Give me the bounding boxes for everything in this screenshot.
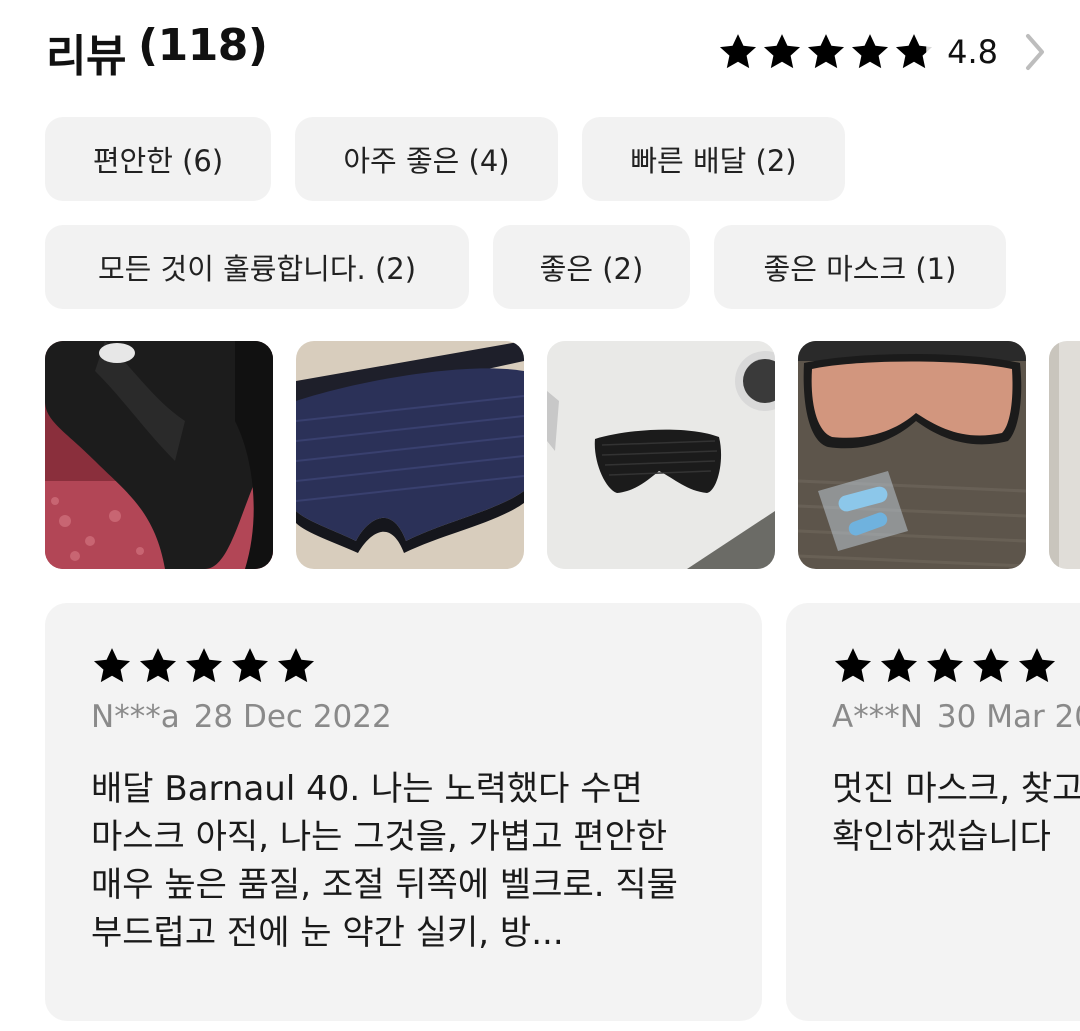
review-photo-2[interactable] [296, 341, 524, 569]
review-photo-5[interactable] [1049, 341, 1080, 569]
tag-fast-delivery[interactable]: 빠른 배달 (2) [582, 117, 845, 201]
reviews-title-label: 리뷰 [46, 31, 126, 82]
reviews-count: (118) [137, 20, 268, 71]
review-photo-partial-icon [1049, 341, 1080, 569]
star-icon [880, 648, 918, 683]
review-stars [832, 645, 1080, 687]
reviews-title: 리뷰 (118) [46, 20, 268, 84]
star-icon [926, 648, 964, 683]
tag-label: 빠른 배달 (2) [630, 144, 797, 178]
reviews-header: 리뷰 (118) 4.8 [46, 20, 1048, 84]
star-icon [93, 648, 131, 683]
star-icon [972, 648, 1010, 683]
review-author: N***a [91, 699, 180, 735]
review-photo-pink-mask-with-earplugs-icon [798, 341, 1026, 569]
review-stars [91, 645, 716, 687]
rating-summary-link[interactable]: 4.8 [717, 31, 1048, 73]
star-icon [720, 34, 757, 69]
tag-very-good[interactable]: 아주 좋은 (4) [295, 117, 558, 201]
tag-row: 모든 것이 훌륭합니다. (2) 좋은 (2) 좋은 마스크 (1) [45, 225, 1045, 309]
star-icon [764, 34, 801, 69]
tag-label: 모든 것이 훌륭합니다. (2) [97, 252, 417, 286]
review-date: 30 Mar 20 [936, 699, 1080, 735]
review-photo-black-mask-closeup-icon [45, 341, 273, 569]
review-photo-3[interactable] [547, 341, 775, 569]
star-icon [1018, 648, 1056, 683]
tag-row: 편안한 (6) 아주 좋은 (4) 빠른 배달 (2) [45, 117, 1045, 201]
review-card[interactable]: N***a 28 Dec 2022 배달 Barnaul 40. 나는 노력했다 … [45, 603, 762, 1021]
star-icon [834, 648, 872, 683]
review-photo-4[interactable] [798, 341, 1026, 569]
review-cards-carousel: N***a 28 Dec 2022 배달 Barnaul 40. 나는 노력했다 … [45, 603, 1080, 1021]
star-icon [808, 34, 845, 69]
tag-everything-great[interactable]: 모든 것이 훌륭합니다. (2) [45, 225, 469, 309]
tag-label: 좋은 (2) [539, 252, 644, 286]
tag-label: 편안한 (6) [92, 144, 224, 178]
average-rating-value: 4.8 [947, 33, 998, 71]
star-icon [139, 648, 177, 683]
review-text: 배달 Barnaul 40. 나는 노력했다 수면 마스크 아직, 나는 그것을… [91, 769, 678, 953]
reviews-page: 리뷰 (118) 4.8 편안한 (6) 아주 좋은 (4) 빠른 배달 (2)… [0, 0, 1080, 1031]
review-text: 멋진 마스크, 찾고 확인하겠습니다 [832, 769, 1080, 857]
star-partial-icon [896, 34, 933, 69]
star-icon [185, 648, 223, 683]
review-tag-filters: 편안한 (6) 아주 좋은 (4) 빠른 배달 (2) 모든 것이 훌륭합니다.… [45, 117, 1045, 333]
star-icon [852, 34, 889, 69]
review-date: 28 Dec 2022 [193, 699, 392, 735]
review-meta: A***N 30 Mar 20 [832, 699, 1080, 735]
chevron-right-icon [1026, 34, 1044, 70]
star-icon [231, 648, 269, 683]
tag-label: 좋은 마스크 (1) [763, 252, 957, 286]
tag-comfortable[interactable]: 편안한 (6) [45, 117, 271, 201]
review-photo-1[interactable] [45, 341, 273, 569]
review-card[interactable]: A***N 30 Mar 20 멋진 마스크, 찾고 확인하겠습니다 [786, 603, 1080, 1021]
tag-good[interactable]: 좋은 (2) [493, 225, 690, 309]
review-author: A***N [832, 699, 923, 735]
review-meta: N***a 28 Dec 2022 [91, 699, 716, 735]
tag-good-mask[interactable]: 좋은 마스크 (1) [714, 225, 1006, 309]
average-stars [717, 31, 935, 73]
tag-label: 아주 좋은 (4) [343, 144, 510, 178]
star-icon [277, 648, 315, 683]
review-photo-navy-mask-icon [296, 341, 524, 569]
review-photo-black-mask-on-table-icon [547, 341, 775, 569]
review-photos-strip [45, 341, 1080, 569]
